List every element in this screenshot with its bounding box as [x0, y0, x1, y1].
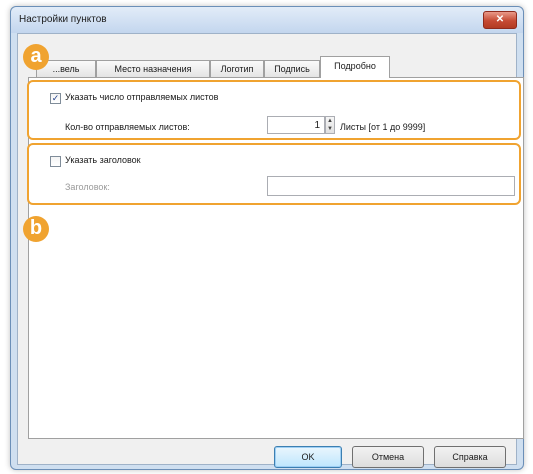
- close-icon: ✕: [495, 14, 505, 25]
- tab-signature[interactable]: Подпись: [264, 60, 320, 77]
- help-button[interactable]: Справка: [434, 446, 506, 468]
- section-a-highlight: [27, 80, 521, 140]
- cancel-button-label: Отмена: [371, 452, 405, 462]
- badge-a: a: [23, 44, 49, 70]
- tab-details[interactable]: Подробно: [320, 56, 390, 78]
- badge-b: b: [23, 216, 49, 242]
- settings-dialog: Настройки пунктов ✕ ...вель Место назнач…: [10, 6, 524, 470]
- ok-button[interactable]: OK: [274, 446, 342, 468]
- tab-label: Подробно: [334, 61, 376, 71]
- ok-button-label: OK: [301, 452, 315, 462]
- tab-logo[interactable]: Логотип: [210, 60, 264, 77]
- tab-label: Место назначения: [114, 64, 192, 74]
- section-b-highlight: [27, 143, 521, 205]
- cancel-button[interactable]: Отмена: [352, 446, 424, 468]
- close-button[interactable]: ✕: [483, 11, 517, 29]
- help-button-label: Справка: [452, 452, 488, 462]
- dialog-title: Настройки пунктов: [19, 14, 107, 25]
- tab-label: ...вель: [52, 64, 80, 74]
- title-bar: Настройки пунктов ✕: [11, 7, 523, 33]
- tab-destination[interactable]: Место назначения: [96, 60, 210, 77]
- tab-label: Подпись: [274, 64, 310, 74]
- tab-label: Логотип: [220, 64, 254, 74]
